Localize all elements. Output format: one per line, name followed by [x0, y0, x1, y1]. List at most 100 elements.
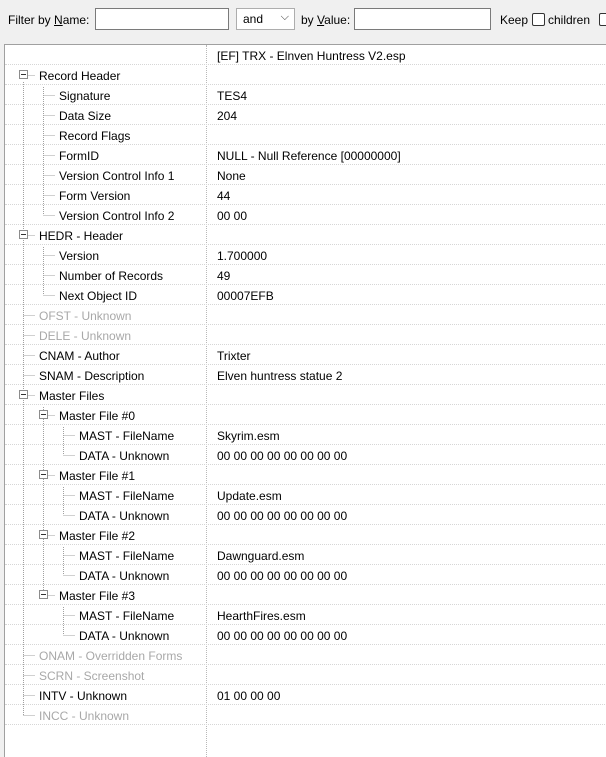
row-name: SCRN - Screenshot [39, 669, 145, 683]
row-name: Version Control Info 1 [59, 169, 175, 183]
row-name: MAST - FileName [79, 429, 175, 443]
tree-row[interactable]: Next Object ID 00007EFB [5, 285, 606, 305]
collapse-icon[interactable] [39, 590, 48, 599]
tree-row[interactable]: Form Version 44 [5, 185, 606, 205]
tree-row-record-header[interactable]: Record Header [5, 65, 606, 85]
row-value: 49 [217, 269, 231, 283]
row-name: Master File #0 [59, 409, 136, 423]
row-value: HearthFires.esm [217, 609, 306, 623]
row-value: 00 00 00 00 00 00 00 00 [217, 449, 348, 463]
tree-row-disabled[interactable]: ONAM - Overridden Forms [5, 645, 606, 665]
tree-row[interactable]: MAST - FileName Dawnguard.esm [5, 545, 606, 565]
collapse-icon[interactable] [39, 410, 48, 419]
tree-row-master-files[interactable]: Master Files [5, 385, 606, 405]
row-name: HEDR - Header [39, 229, 124, 243]
row-value: 1.700000 [217, 249, 268, 263]
row-value: 00007EFB [217, 289, 274, 303]
tree-row-root[interactable]: [EF] TRX - Elnven Huntress V2.esp [5, 45, 606, 65]
tree-row-disabled[interactable]: INCC - Unknown [5, 705, 606, 725]
row-name: CNAM - Author [39, 349, 120, 363]
tree-row[interactable]: Record Flags [5, 125, 606, 145]
tree-row[interactable]: INTV - Unknown 01 00 00 00 [5, 685, 606, 705]
filter-value-input[interactable] [354, 8, 491, 30]
tree-row-master-file[interactable]: Master File #2 [5, 525, 606, 545]
tree-row[interactable]: DATA - Unknown 00 00 00 00 00 00 00 00 [5, 565, 606, 585]
row-name: INCC - Unknown [39, 709, 130, 723]
row-name: Number of Records [59, 269, 164, 283]
row-value: NULL - Null Reference [00000000] [217, 149, 401, 163]
tree-row[interactable]: SNAM - Description Elven huntress statue… [5, 365, 606, 385]
tree-row[interactable]: Version 1.700000 [5, 245, 606, 265]
tree-row[interactable]: FormID NULL - Null Reference [00000000] [5, 145, 606, 165]
row-value: 00 00 00 00 00 00 00 00 [217, 569, 348, 583]
row-value: Elven huntress statue 2 [217, 369, 343, 383]
row-value: None [217, 169, 246, 183]
row-name: Master File #3 [59, 589, 136, 603]
row-name: MAST - FileName [79, 609, 175, 623]
row-name: Version Control Info 2 [59, 209, 175, 223]
filter-bar: Filter by Name: and ⌵ by Value: Keep chi… [0, 0, 606, 42]
extra-checkbox[interactable] [599, 13, 606, 26]
tree-row[interactable]: Version Control Info 2 00 00 [5, 205, 606, 225]
row-name: Master Files [39, 389, 105, 403]
row-name: DATA - Unknown [79, 629, 170, 643]
tree-row-disabled[interactable]: OFST - Unknown [5, 305, 606, 325]
tree-row-master-file[interactable]: Master File #1 [5, 465, 606, 485]
tree-row[interactable]: MAST - FileName Update.esm [5, 485, 606, 505]
tree-row-master-file[interactable]: Master File #3 [5, 585, 606, 605]
tree-row-master-file[interactable]: Master File #0 [5, 405, 606, 425]
tree-row-disabled[interactable]: SCRN - Screenshot [5, 665, 606, 685]
tree-row[interactable]: Version Control Info 1 None [5, 165, 606, 185]
row-name: Next Object ID [59, 289, 138, 303]
row-value: Dawnguard.esm [217, 549, 305, 563]
row-name: DATA - Unknown [79, 569, 170, 583]
filter-name-label: Filter by Name: [8, 13, 90, 27]
filter-name-input[interactable] [95, 8, 229, 30]
tree-row[interactable]: Signature TES4 [5, 85, 606, 105]
tree-row[interactable]: MAST - FileName HearthFires.esm [5, 605, 606, 625]
tree-row[interactable]: CNAM - Author Trixter [5, 345, 606, 365]
collapse-icon[interactable] [19, 390, 28, 399]
row-name: DATA - Unknown [79, 449, 170, 463]
row-name: Version [59, 249, 100, 263]
row-name: Record Header [39, 69, 121, 83]
row-name: Master File #1 [59, 469, 136, 483]
row-value: 00 00 00 00 00 00 00 00 [217, 509, 348, 523]
tree-row-hedr[interactable]: HEDR - Header [5, 225, 606, 245]
row-name: Form Version [59, 189, 131, 203]
row-name: SNAM - Description [39, 369, 145, 383]
collapse-icon[interactable] [39, 470, 48, 479]
children-label: children [548, 13, 591, 27]
tree-row[interactable]: MAST - FileName Skyrim.esm [5, 425, 606, 445]
record-tree[interactable]: [EF] TRX - Elnven Huntress V2.esp Record… [4, 44, 606, 757]
tree-row[interactable]: DATA - Unknown 00 00 00 00 00 00 00 00 [5, 625, 606, 645]
filter-value-label: by Value: [301, 13, 351, 27]
row-name: Data Size [59, 109, 112, 123]
row-value: Update.esm [217, 489, 282, 503]
tree-row[interactable]: Data Size 204 [5, 105, 606, 125]
row-name: FormID [59, 149, 99, 163]
collapse-icon[interactable] [39, 530, 48, 539]
filter-operator-select[interactable]: and ⌵ [236, 8, 295, 30]
tree-rows: [EF] TRX - Elnven Huntress V2.esp Record… [5, 45, 606, 725]
tree-row-disabled[interactable]: DELE - Unknown [5, 325, 606, 345]
row-value: TES4 [217, 89, 248, 103]
row-name: MAST - FileName [79, 489, 175, 503]
collapse-icon[interactable] [19, 70, 28, 79]
collapse-icon[interactable] [19, 230, 28, 239]
tree-row[interactable]: DATA - Unknown 00 00 00 00 00 00 00 00 [5, 445, 606, 465]
tree-row[interactable]: Number of Records 49 [5, 265, 606, 285]
row-value: 44 [217, 189, 231, 203]
chevron-down-icon: ⌵ [280, 11, 289, 23]
row-name: DELE - Unknown [39, 329, 132, 343]
row-name: Record Flags [59, 129, 131, 143]
keep-label: Keep [500, 13, 529, 27]
keep-children-checkbox[interactable] [532, 13, 545, 26]
row-name: ONAM - Overridden Forms [39, 649, 183, 663]
row-value: Skyrim.esm [217, 429, 280, 443]
row-name: MAST - FileName [79, 549, 175, 563]
tree-row[interactable]: DATA - Unknown 00 00 00 00 00 00 00 00 [5, 505, 606, 525]
row-name: DATA - Unknown [79, 509, 170, 523]
row-name: Master File #2 [59, 529, 136, 543]
row-name: Signature [59, 89, 111, 103]
